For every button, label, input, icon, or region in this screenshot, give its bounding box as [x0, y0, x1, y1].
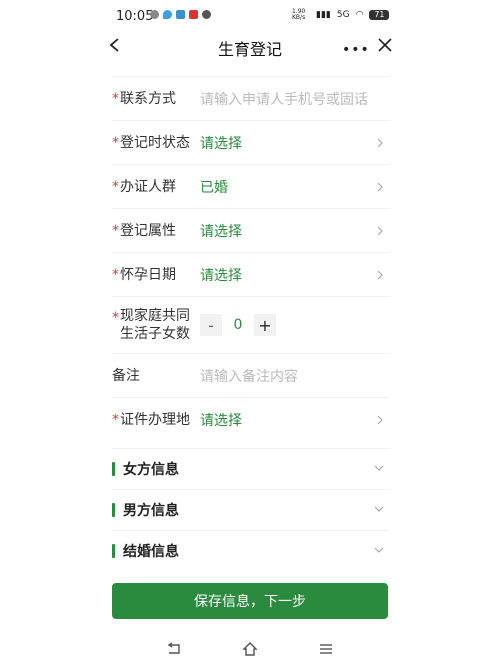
- contact-label: * 联系方式: [112, 90, 176, 107]
- header: 生育登记 •••: [0, 30, 500, 64]
- contact-input[interactable]: 请输入申请人手机号或固话: [200, 77, 368, 120]
- children-count[interactable]: 0: [222, 317, 254, 333]
- reg-status-row[interactable]: * 登记时状态 请选择: [112, 120, 390, 164]
- signal-icon: ▮▮▮: [316, 10, 331, 20]
- battery-icon: 71: [369, 10, 390, 20]
- menu-nav-icon[interactable]: [318, 642, 334, 656]
- app-icon: [176, 10, 185, 19]
- remark-row: 备注 请输入备注内容: [112, 353, 390, 397]
- status-right: 1.90 KB/s ▮▮▮ 5G ◠ 71: [292, 8, 390, 21]
- reg-status-label: * 登记时状态: [112, 134, 190, 151]
- decrement-button[interactable]: -: [200, 314, 222, 336]
- cert-place-select[interactable]: 请选择: [200, 398, 242, 441]
- applicant-group-row[interactable]: * 办证人群 已婚: [112, 164, 390, 208]
- section-title: 女方信息: [123, 462, 179, 478]
- chevron-down-icon: [374, 465, 384, 471]
- children-stepper: - 0 +: [200, 314, 276, 336]
- section-title: 结婚信息: [123, 544, 179, 560]
- reg-status-select[interactable]: 请选择: [200, 121, 242, 164]
- status-bar: 10:05 1.90 KB/s ▮▮▮ 5G ◠ 71: [0, 0, 500, 30]
- home-nav-icon[interactable]: [242, 642, 258, 656]
- cert-place-label: * 证件办理地: [112, 411, 190, 428]
- reg-attr-label: * 登记属性: [112, 222, 176, 239]
- chevron-right-icon: [377, 182, 383, 191]
- remark-label: 备注: [112, 367, 140, 384]
- contact-row: * 联系方式 请输入申请人手机号或固话: [112, 76, 390, 120]
- section-marriage-info[interactable]: 结婚信息: [112, 530, 390, 571]
- pregnancy-date-select[interactable]: 请选择: [200, 253, 242, 296]
- app-red-icon: [189, 10, 198, 19]
- applicant-group-label: * 办证人群: [112, 178, 176, 195]
- chevron-down-icon: [374, 506, 384, 512]
- chevron-right-icon: [377, 270, 383, 279]
- save-next-button[interactable]: 保存信息，下一步: [112, 583, 388, 619]
- children-row: * 现家庭共同 生活子女数 - 0 +: [112, 296, 390, 353]
- pregnancy-date-label: * 怀孕日期: [112, 266, 176, 283]
- back-nav-icon[interactable]: [166, 642, 182, 656]
- section-female-info[interactable]: 女方信息: [112, 448, 390, 489]
- cert-place-row[interactable]: * 证件办理地 请选择: [112, 397, 390, 441]
- section-marker: [112, 462, 115, 476]
- section-marker: [112, 544, 115, 558]
- notification-icons: [150, 10, 211, 19]
- status-time: 10:05: [116, 9, 154, 24]
- message-icon: [202, 10, 211, 19]
- chevron-right-icon: [377, 415, 383, 424]
- applicant-group-select[interactable]: 已婚: [200, 165, 228, 208]
- network-speed: 1.90 KB/s: [292, 8, 306, 21]
- drop-icon: [163, 10, 172, 19]
- wifi-icon: ◠: [355, 10, 364, 20]
- gear-icon: [150, 10, 159, 19]
- section-male-info[interactable]: 男方信息: [112, 489, 390, 530]
- reg-attr-row[interactable]: * 登记属性 请选择: [112, 208, 390, 252]
- increment-button[interactable]: +: [254, 314, 276, 336]
- page-title: 生育登记: [217, 40, 282, 59]
- chevron-right-icon: [377, 226, 383, 235]
- section-marker: [112, 503, 115, 517]
- remark-input[interactable]: 请输入备注内容: [200, 354, 298, 397]
- reg-attr-select[interactable]: 请选择: [200, 209, 242, 252]
- registration-form: * 联系方式 请输入申请人手机号或固话 * 登记时状态 请选择 * 办证人群 已婚 *…: [112, 76, 390, 441]
- more-icon[interactable]: •••: [342, 42, 370, 58]
- close-icon[interactable]: [378, 38, 392, 52]
- chevron-right-icon: [377, 138, 383, 147]
- chevron-down-icon: [374, 547, 384, 553]
- system-nav-bar: [0, 638, 500, 662]
- children-label: * 现家庭共同 生活子女数: [112, 308, 190, 342]
- pregnancy-date-row[interactable]: * 怀孕日期 请选择: [112, 252, 390, 296]
- section-title: 男方信息: [123, 503, 179, 519]
- network-type: 5G: [336, 10, 350, 20]
